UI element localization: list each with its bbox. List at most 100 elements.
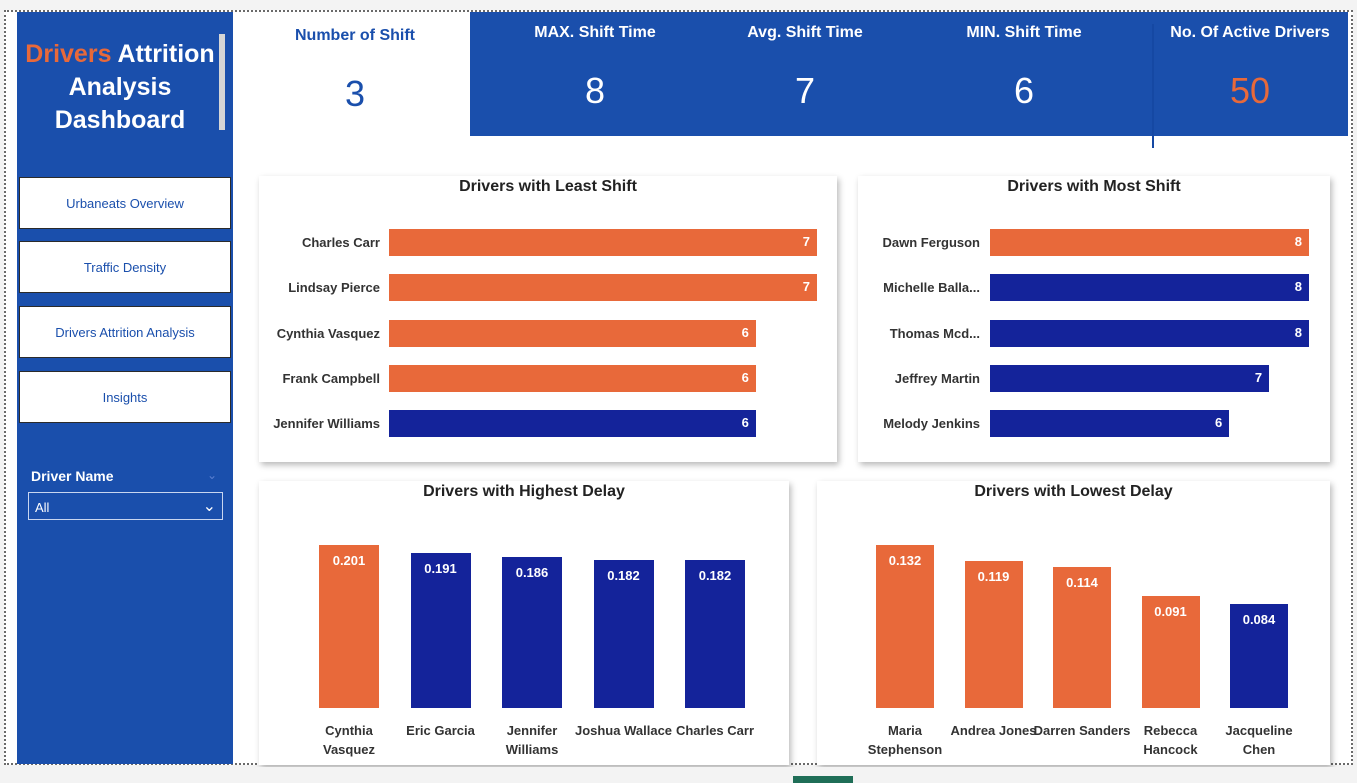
- chart-title: Drivers with Highest Delay: [423, 483, 625, 500]
- kpi-label: Avg. Shift Time: [747, 24, 863, 41]
- chart-title: Drivers with Least Shift: [459, 178, 637, 195]
- chart-drivers-lowest-delay[interactable]: Drivers with Lowest Delay 0.132 Maria Ste…: [817, 481, 1330, 765]
- chart-title: Drivers with Lowest Delay: [974, 483, 1173, 500]
- bar[interactable]: 0.084: [1230, 604, 1288, 708]
- nav-insights[interactable]: Insights: [19, 371, 231, 423]
- kpi-value: 50: [1229, 70, 1271, 111]
- bar-category-label: Lindsay Pierce: [288, 280, 380, 296]
- bar-value-label: 6: [741, 415, 749, 431]
- bar[interactable]: 6: [389, 319, 756, 347]
- bar[interactable]: 7: [389, 274, 817, 302]
- bar-value-label: 8: [1294, 234, 1302, 249]
- nav-traffic-density[interactable]: Traffic Density: [19, 241, 231, 293]
- active-page-tab[interactable]: [793, 776, 853, 783]
- bar[interactable]: 6: [990, 410, 1230, 438]
- kpi-label: MAX. Shift Time: [534, 24, 656, 41]
- bar[interactable]: 0.091: [1141, 595, 1200, 708]
- chart-drivers-highest-delay[interactable]: Drivers with Highest Delay 0.201 Cynthia …: [259, 481, 789, 765]
- chart-drivers-least-shift[interactable]: Drivers with Least Shift Charles Carr 7 Li…: [259, 176, 837, 462]
- bar-value-label: 6: [1215, 415, 1223, 431]
- slicer-label: Driver Name: [31, 468, 114, 484]
- bar-category-label: Charles Carr: [675, 723, 755, 738]
- bar-category-label: Michelle Balla...: [883, 280, 980, 296]
- bar[interactable]: 0.191: [410, 553, 471, 708]
- bottom-page-tabs: [0, 767, 1357, 783]
- bar-category-label: Cynthia Vasquez: [276, 325, 380, 341]
- nav-drivers-attrition-analysis[interactable]: Drivers Attrition Analysis: [19, 306, 231, 358]
- bar-value-label: 7: [1254, 369, 1263, 385]
- bar-value-label: 8: [1294, 279, 1302, 295]
- bar[interactable]: 0.182: [593, 560, 654, 708]
- bar-category-label: Cynthia Vasquez: [322, 723, 376, 757]
- bar-category-label: Jennifer Williams: [505, 723, 559, 757]
- bar-value-label: 0.182: [607, 568, 640, 584]
- title-accent: Drivers: [25, 40, 112, 68]
- bar-category-label: Charles Carr: [301, 235, 380, 250]
- sidebar: Drivers Attrition Analysis Dashboard Urb…: [17, 12, 233, 764]
- bar[interactable]: 0.182: [685, 560, 745, 708]
- bar-value-label: 8: [1294, 324, 1302, 340]
- kpi-active-drivers: No. Of Active Drivers 50: [1152, 24, 1348, 112]
- kpi-value: 6: [1013, 70, 1035, 111]
- bar-category-label: Rebecca Hancock: [1143, 723, 1198, 757]
- bar-category-label: Dawn Ferguson: [882, 235, 980, 250]
- bar-value-label: 0.119: [977, 569, 1010, 585]
- bar-value-label: 0.186: [515, 565, 549, 581]
- nav-urbaneats-overview[interactable]: Urbaneats Overview: [19, 177, 231, 229]
- top-toolbar-strip: [0, 0, 1357, 10]
- kpi-label: No. Of Active Drivers: [1170, 24, 1330, 41]
- dashboard-title: Drivers Attrition Analysis Dashboard: [17, 38, 223, 137]
- bar-category-label: Jennifer Williams: [273, 416, 380, 432]
- bar-value-label: 6: [741, 369, 749, 385]
- kpi-min-shift-time: MIN. Shift Time 6: [944, 24, 1104, 112]
- bar[interactable]: 0.186: [502, 557, 562, 708]
- bar-category-label: Melody Jenkins: [883, 416, 980, 432]
- bar-value-label: 0.084: [1242, 612, 1276, 628]
- bar-category-label: Jeffrey Martin: [894, 370, 980, 386]
- kpi-value: 3: [344, 73, 366, 114]
- bar-value-label: 0.114: [1066, 575, 1098, 591]
- slicer-collapse-chevron-icon[interactable]: ⌄: [207, 468, 217, 482]
- bar[interactable]: 0.114: [1053, 567, 1111, 708]
- chart-drivers-most-shift[interactable]: Drivers with Most Shift Dawn Ferguson 8 Mi…: [858, 176, 1330, 462]
- bar-value-label: 0.191: [424, 561, 457, 577]
- bar-category-label: Thomas Mcd...: [889, 325, 980, 341]
- title-scrollbar[interactable]: [219, 34, 225, 130]
- kpi-value: 7: [794, 70, 816, 111]
- kpi-label: MIN. Shift Time: [966, 24, 1082, 41]
- bar-value-label: 0.182: [698, 568, 732, 584]
- bar[interactable]: 7: [990, 364, 1270, 392]
- kpi-value: 8: [584, 70, 606, 111]
- driver-name-dropdown[interactable]: All ⌄: [28, 492, 223, 520]
- bar-category-label: Jacqueline Chen: [1225, 723, 1293, 757]
- bar[interactable]: 0.132: [876, 545, 934, 708]
- bar-value-label: 0.201: [332, 553, 366, 568]
- kpi-avg-shift-time: Avg. Shift Time 7: [725, 24, 885, 112]
- bar-category-label: Frank Campbell: [282, 370, 380, 386]
- dropdown-selected-value: All: [35, 500, 50, 515]
- chart-title: Drivers with Most Shift: [1007, 178, 1181, 195]
- bar[interactable]: 0.201: [319, 545, 379, 708]
- bar[interactable]: 6: [389, 410, 756, 438]
- kpi-max-shift-time: MAX. Shift Time 8: [515, 24, 675, 112]
- bar[interactable]: 8: [990, 229, 1309, 256]
- kpi-label: Number of Shift: [295, 27, 415, 44]
- bar-category-label: Joshua Wallace: [574, 723, 673, 738]
- bar[interactable]: 8: [990, 319, 1309, 347]
- bar-category-label: Maria Stephenson: [867, 723, 943, 757]
- bar[interactable]: 0.119: [964, 561, 1023, 708]
- kpi-number-of-shift: Number of Shift 3: [240, 12, 470, 136]
- bar-category-label: Andrea Jones: [950, 723, 1037, 738]
- bar-category-label: Eric Garcia: [406, 723, 475, 738]
- bar[interactable]: 6: [389, 364, 756, 392]
- bar-value-label: 7: [802, 279, 810, 295]
- bar-category-label: Darren Sanders: [1033, 723, 1131, 738]
- bar-value-label: 6: [741, 324, 749, 340]
- bar-value-label: 7: [802, 234, 810, 249]
- bar-value-label: 0.132: [888, 553, 922, 568]
- bar[interactable]: 8: [990, 274, 1309, 302]
- chevron-down-icon: ⌄: [202, 498, 216, 515]
- bar-value-label: 0.091: [1154, 603, 1187, 619]
- kpi-band: MAX. Shift Time 8 Avg. Shift Time 7 MIN.…: [470, 12, 1348, 148]
- bar[interactable]: 7: [389, 229, 817, 256]
